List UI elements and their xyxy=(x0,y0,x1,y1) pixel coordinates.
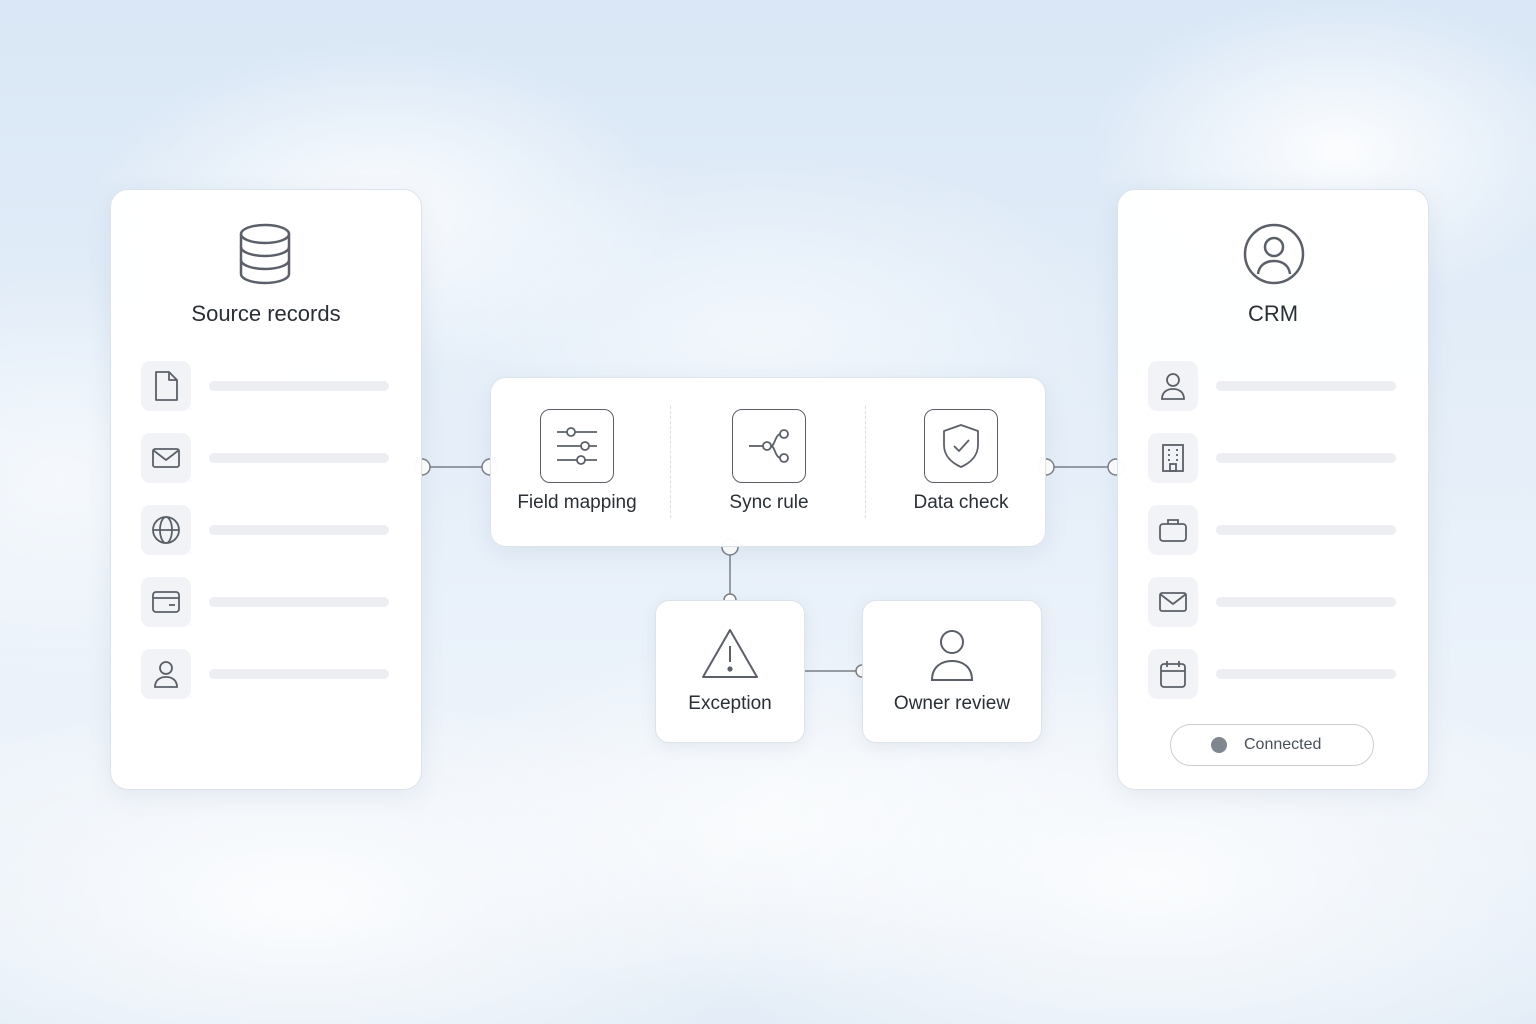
list-item xyxy=(1118,433,1428,483)
step-sync-rule: Sync rule xyxy=(679,378,859,546)
list-item xyxy=(111,649,421,699)
step-label: Field mapping xyxy=(517,492,637,513)
source-records-panel: Source records xyxy=(110,189,422,790)
user-icon xyxy=(141,649,191,699)
database-icon xyxy=(237,222,293,286)
list-item xyxy=(111,505,421,555)
calendar-icon xyxy=(1148,649,1198,699)
panel-title: CRM xyxy=(1247,301,1299,326)
list-item xyxy=(1118,361,1428,411)
step-label: Sync rule xyxy=(729,492,809,513)
sliders-icon xyxy=(540,409,614,483)
placeholder-bar xyxy=(1216,453,1396,463)
placeholder-bar xyxy=(209,597,389,607)
building-icon xyxy=(1148,433,1198,483)
mail-icon xyxy=(141,433,191,483)
document-icon xyxy=(141,361,191,411)
status-badge: Connected xyxy=(1170,724,1374,766)
placeholder-bar xyxy=(1216,669,1396,679)
owner-review-label: Owner review xyxy=(893,693,1011,714)
list-item xyxy=(111,433,421,483)
status-dot xyxy=(1211,737,1227,753)
exception-card: Exception xyxy=(655,600,805,743)
user-icon xyxy=(1148,361,1198,411)
divider xyxy=(670,406,671,518)
globe-icon xyxy=(141,505,191,555)
user-circle-icon xyxy=(1243,223,1305,285)
briefcase-icon xyxy=(1148,505,1198,555)
branch-icon xyxy=(732,409,806,483)
pipeline-card: Field mapping Sync rule Data check xyxy=(490,377,1046,547)
placeholder-bar xyxy=(209,381,389,391)
status-text: Connected xyxy=(1244,736,1322,753)
step-field-mapping: Field mapping xyxy=(487,378,667,546)
list-item xyxy=(111,577,421,627)
list-item xyxy=(1118,649,1428,699)
step-data-check: Data check xyxy=(871,378,1051,546)
list-item xyxy=(111,361,421,411)
placeholder-bar xyxy=(1216,597,1396,607)
step-label: Data check xyxy=(913,492,1009,513)
placeholder-bar xyxy=(1216,525,1396,535)
shield-check-icon xyxy=(924,409,998,483)
panel-title: Source records xyxy=(191,301,341,326)
list-item xyxy=(1118,505,1428,555)
mail-icon xyxy=(1148,577,1198,627)
warning-icon xyxy=(700,627,760,681)
exception-label: Exception xyxy=(688,693,772,714)
placeholder-bar xyxy=(209,669,389,679)
user-icon xyxy=(922,627,982,683)
owner-review-card: Owner review xyxy=(862,600,1042,743)
credit-card-icon xyxy=(141,577,191,627)
list-item xyxy=(1118,577,1428,627)
placeholder-bar xyxy=(1216,381,1396,391)
divider xyxy=(865,406,866,518)
placeholder-bar xyxy=(209,453,389,463)
crm-panel: CRM Connected xyxy=(1117,189,1429,790)
placeholder-bar xyxy=(209,525,389,535)
